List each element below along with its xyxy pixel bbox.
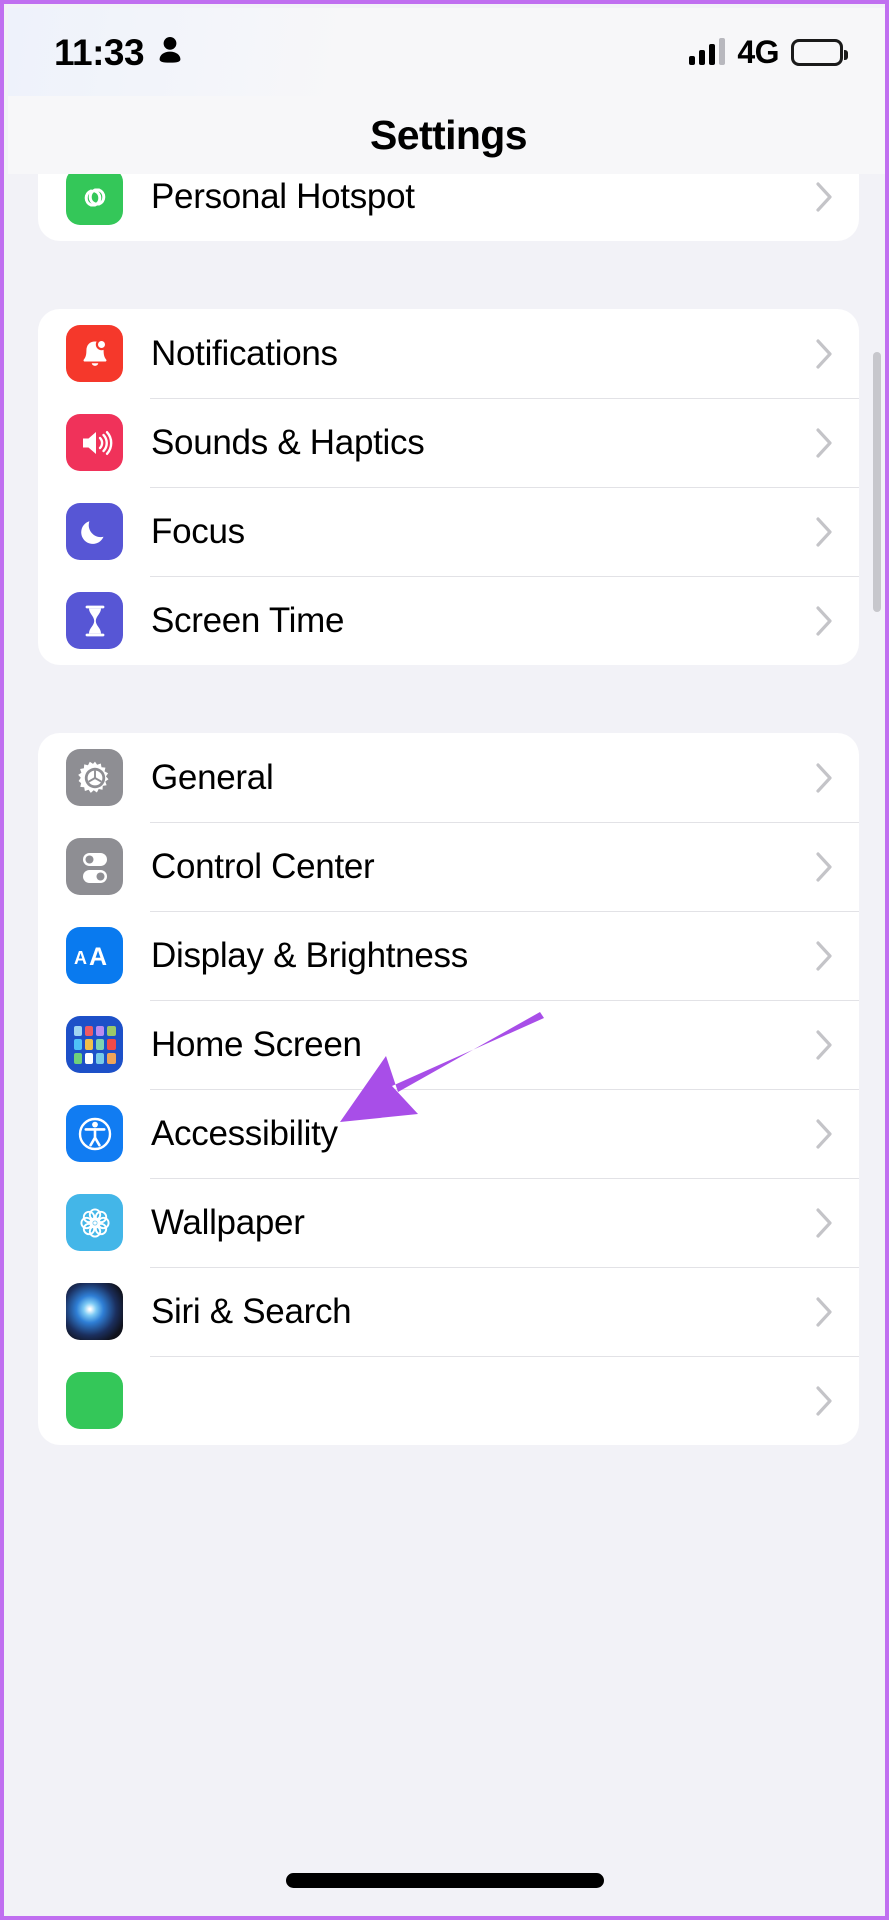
- chevron-right-icon: [816, 427, 833, 458]
- flower-rosette-icon: [66, 1194, 123, 1251]
- bell-icon: [66, 325, 123, 382]
- sidebar-item-label: Sounds & Haptics: [151, 422, 425, 462]
- sidebar-item-label: Home Screen: [151, 1024, 362, 1064]
- sidebar-item-notifications[interactable]: Notifications: [38, 309, 859, 398]
- sidebar-item-partial-next[interactable]: [38, 1356, 859, 1445]
- sidebar-item-label: Wallpaper: [151, 1202, 305, 1242]
- svg-text:A: A: [89, 943, 107, 971]
- chevron-right-icon: [816, 181, 833, 212]
- chevron-right-icon: [816, 1296, 833, 1327]
- page-title: Settings: [370, 111, 528, 158]
- sidebar-item-control-center[interactable]: Control Center: [38, 822, 859, 911]
- chevron-right-icon: [816, 338, 833, 369]
- sliders-icon: [66, 838, 123, 895]
- chevron-right-icon: [816, 851, 833, 882]
- app-grid-icon: [66, 1016, 123, 1073]
- chevron-right-icon: [816, 1029, 833, 1060]
- svg-text:A: A: [74, 948, 87, 968]
- cellular-signal-icon: [689, 38, 726, 65]
- sidebar-item-label: Siri & Search: [151, 1291, 352, 1331]
- chevron-right-icon: [816, 762, 833, 793]
- moon-icon: [66, 503, 123, 560]
- person-icon: [157, 35, 183, 70]
- home-indicator: [285, 1873, 604, 1888]
- gear-icon: [66, 749, 123, 806]
- navigation-bar: Settings: [8, 96, 885, 174]
- chevron-right-icon: [816, 1207, 833, 1238]
- chevron-right-icon: [816, 940, 833, 971]
- app-grid-dots: [73, 1025, 116, 1064]
- siri-orb-icon: [66, 1283, 123, 1340]
- settings-group-alerts: Notifications Sounds & Haptics Focus Scr…: [38, 309, 859, 665]
- sidebar-item-screen-time[interactable]: Screen Time: [38, 576, 859, 665]
- status-bar-left: 11:33: [54, 34, 183, 71]
- network-type-label: 4G: [737, 34, 779, 70]
- sidebar-item-display-brightness[interactable]: A A Display & Brightness: [38, 911, 859, 1000]
- sidebar-item-label: General: [151, 757, 274, 797]
- chevron-right-icon: [816, 605, 833, 636]
- scrollbar-thumb[interactable]: [873, 352, 881, 612]
- sidebar-item-home-screen[interactable]: Home Screen: [38, 1000, 859, 1089]
- status-bar: 11:33 4G: [8, 8, 885, 96]
- status-time: 11:33: [54, 31, 145, 73]
- sidebar-item-general[interactable]: General: [38, 733, 859, 822]
- hourglass-icon: [66, 592, 123, 649]
- sidebar-item-label: Personal Hotspot: [151, 176, 415, 216]
- chevron-right-icon: [816, 1385, 833, 1416]
- sidebar-item-sounds-haptics[interactable]: Sounds & Haptics: [38, 398, 859, 487]
- sidebar-item-accessibility[interactable]: Accessibility: [38, 1089, 859, 1178]
- partial-green-icon: [66, 1372, 123, 1429]
- sidebar-item-label: Screen Time: [151, 600, 345, 640]
- sidebar-item-siri-search[interactable]: Siri & Search: [38, 1267, 859, 1356]
- sidebar-item-label: Notifications: [151, 333, 338, 373]
- sidebar-item-label: Focus: [151, 511, 245, 551]
- phone-screen: Bluetooth Not Connected: [0, 0, 889, 1920]
- chevron-right-icon: [816, 1118, 833, 1149]
- chevron-right-icon: [816, 516, 833, 547]
- sidebar-item-focus[interactable]: Focus: [38, 487, 859, 576]
- text-size-aa-icon: A A: [66, 927, 123, 984]
- speaker-icon: [66, 414, 123, 471]
- sidebar-item-label: Display & Brightness: [151, 935, 468, 975]
- status-bar-right: 4G: [689, 34, 848, 70]
- battery-icon: [791, 38, 848, 66]
- hotspot-link-icon: [66, 168, 123, 225]
- settings-group-system: General Control Center A A Display & Bri…: [38, 733, 859, 1445]
- settings-list: Bluetooth Not Connected: [8, 96, 885, 1565]
- accessibility-person-icon: [66, 1105, 123, 1162]
- sidebar-item-label: Accessibility: [151, 1113, 338, 1153]
- sidebar-item-wallpaper[interactable]: Wallpaper: [38, 1178, 859, 1267]
- sidebar-item-label: Control Center: [151, 846, 375, 886]
- settings-scroll-area[interactable]: Bluetooth Not Connected: [8, 96, 885, 1916]
